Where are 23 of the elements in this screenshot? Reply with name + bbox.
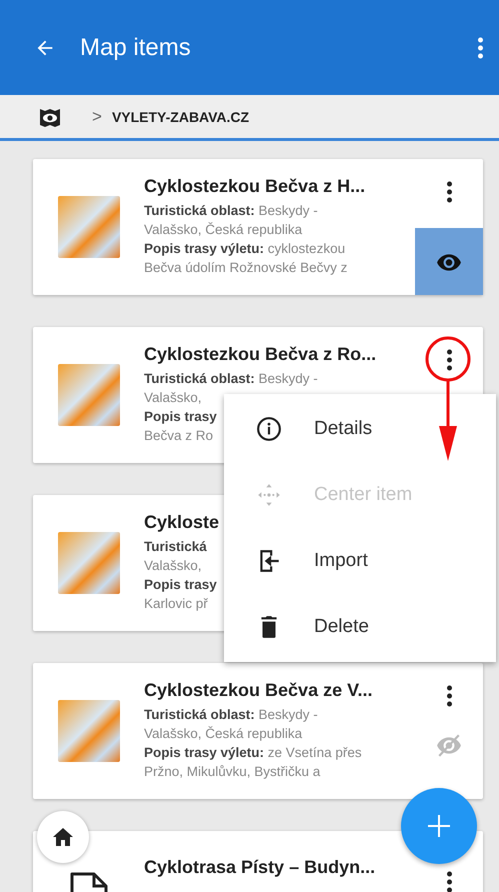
- item-description-line: Karlovic př: [144, 595, 208, 613]
- item-description-line: Valašsko, Česká republika: [144, 221, 302, 239]
- item-description-line: Turistická oblast: Beskydy -: [144, 202, 318, 220]
- item-description-line: Valašsko,: [144, 389, 202, 407]
- item-description-line: Bečva údolím Rožnovské Bečvy z: [144, 259, 348, 277]
- item-description-line: Valašsko,: [144, 557, 202, 575]
- item-description-line: Popis trasy výletu: ze Vsetína přes: [144, 744, 362, 762]
- item-description-line: Popis trasy výletu: cyklostezkou: [144, 240, 346, 258]
- item-description-line: Turistická: [144, 538, 207, 556]
- item-title: Cyklostezkou Bečva z Ro...: [144, 344, 378, 365]
- breadcrumb-separator: >: [92, 106, 102, 126]
- item-description-line: Turistická oblast: Beskydy -: [144, 370, 318, 388]
- item-description-line: Pržno, Mikulůvku, Bystřičku a: [144, 763, 320, 781]
- item-description-line: Popis trasy: [144, 408, 217, 426]
- item-title: Cyklostezkou Bečva ze V...: [144, 680, 374, 701]
- item-title: Cyklostezkou Bečva z H...: [144, 176, 366, 197]
- item-description-line: Valašsko, Česká republika: [144, 725, 302, 743]
- item-description-line: Bečva z Ro: [144, 427, 214, 445]
- item-description-line: Turistická oblast: Beskydy -: [144, 706, 318, 724]
- screen-title: Map items: [80, 34, 192, 62]
- item-title: Cykloste: [144, 512, 220, 533]
- item-description-line: Popis trasy: [144, 576, 217, 594]
- item-title: Cyklotrasa Písty – Budyn...: [144, 857, 376, 878]
